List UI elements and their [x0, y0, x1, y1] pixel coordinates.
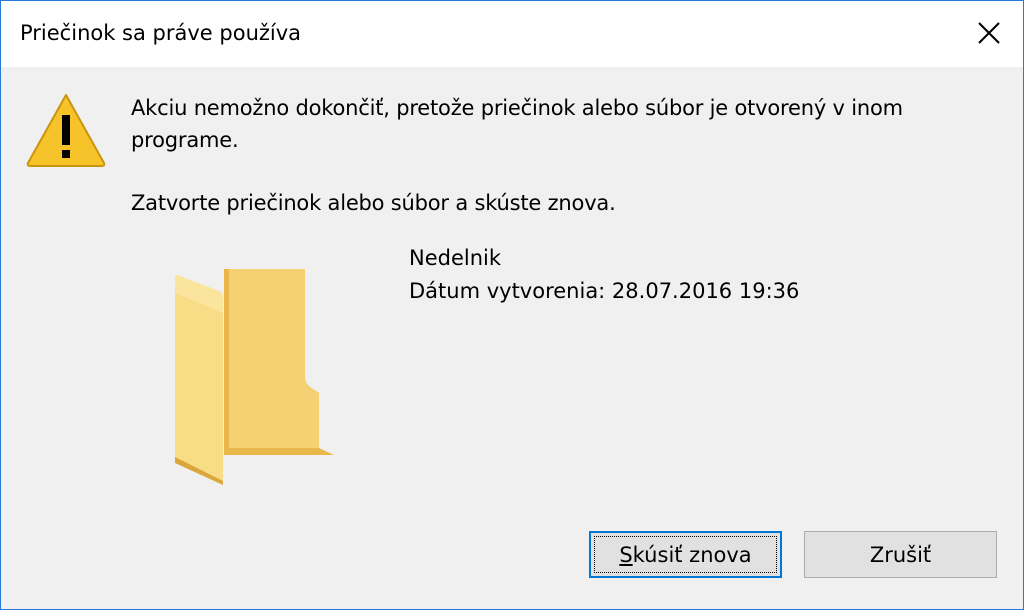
error-message: Akciu nemožno dokončiť, pretože priečino…: [131, 96, 903, 152]
dialog-window: Priečinok sa práve používa Akciu nemožno…: [0, 0, 1024, 610]
retry-button-label: Skúsiť znova: [619, 542, 752, 567]
warning-triangle-icon: [26, 94, 106, 167]
retry-button[interactable]: Skúsiť znova: [589, 531, 782, 578]
dialog-title: Priečinok sa práve používa: [20, 21, 302, 45]
close-button[interactable]: [953, 1, 1023, 67]
instruction-message: Zatvorte priečinok alebo súbor a skúste …: [131, 191, 616, 215]
folder-icon: [175, 269, 334, 485]
file-name: Nedelnik: [409, 246, 502, 270]
cancel-button-label: Zrušiť: [869, 542, 932, 567]
title-bar: Priečinok sa práve používa: [1, 1, 1023, 67]
file-created-date: Dátum vytvorenia: 28.07.2016 19:36: [409, 279, 800, 303]
close-icon: [978, 22, 1000, 44]
cancel-button[interactable]: Zrušiť: [804, 531, 997, 578]
